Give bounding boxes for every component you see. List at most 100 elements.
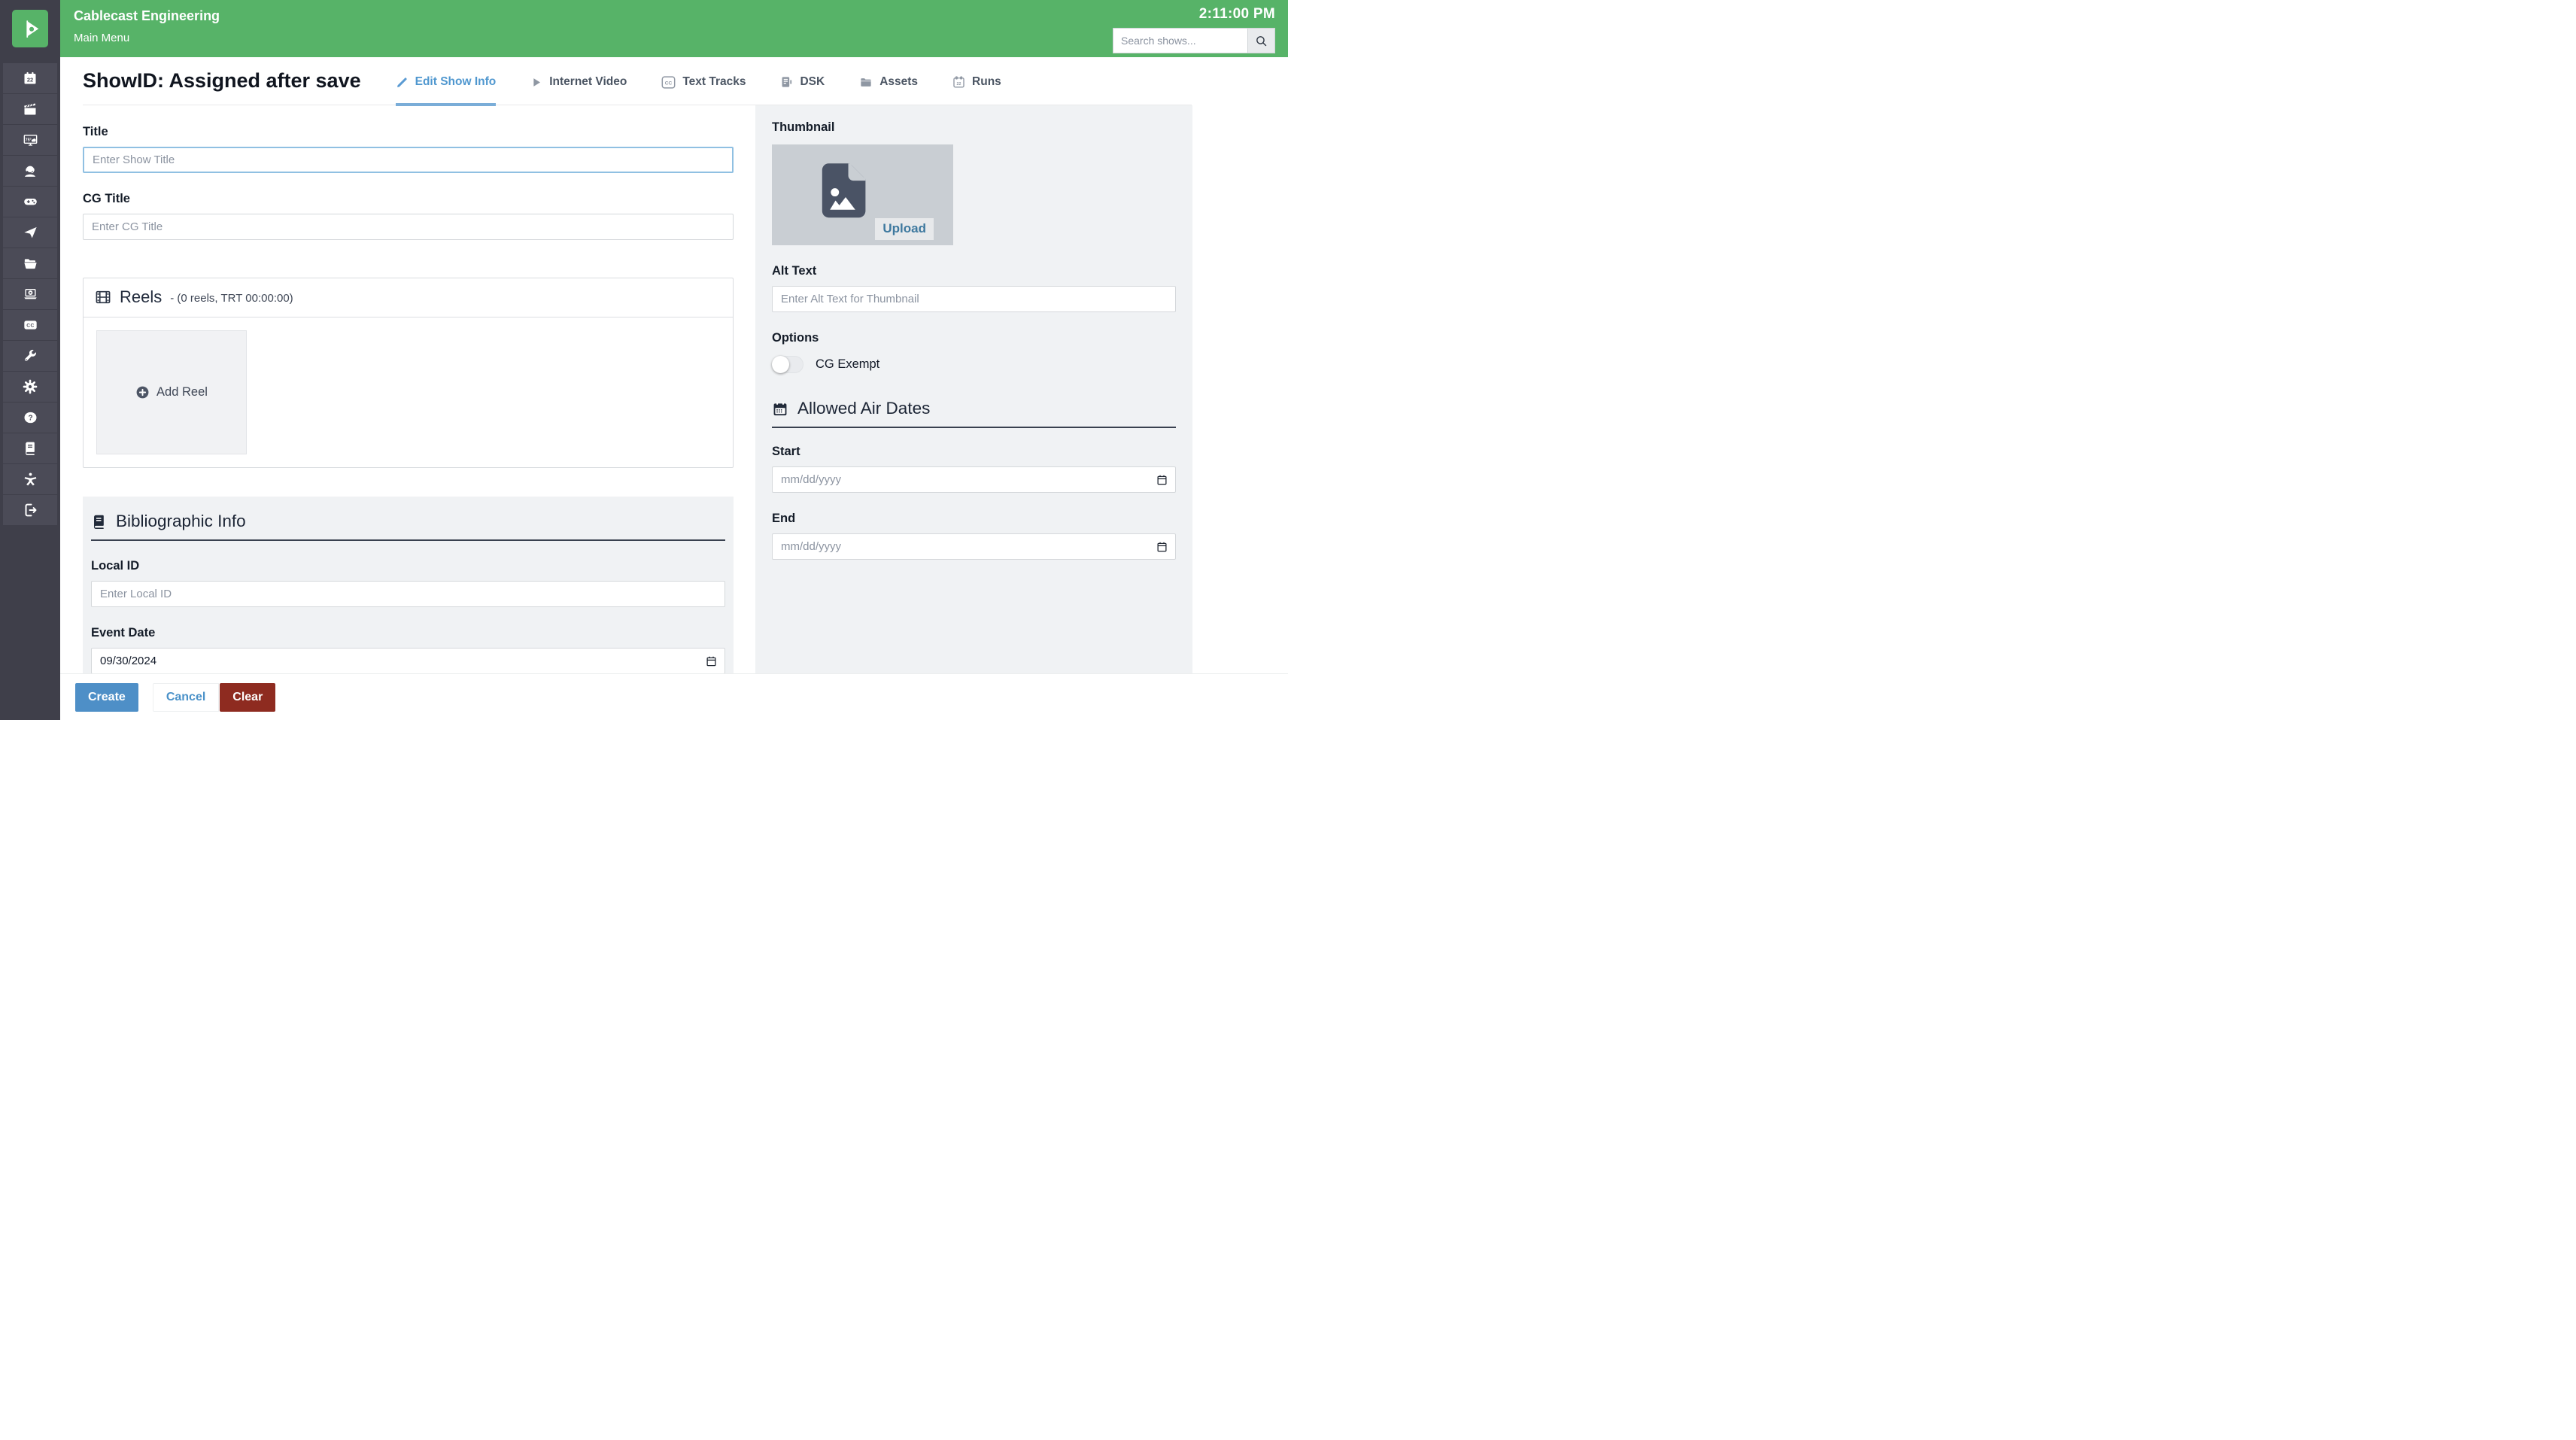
svg-text:22: 22 [957, 82, 961, 87]
tab-label: Text Tracks [682, 75, 746, 89]
clapperboard-icon [23, 102, 38, 117]
show-search [1113, 28, 1275, 53]
book-icon [91, 513, 107, 530]
sidebar-item-send[interactable] [3, 217, 57, 248]
tab-label: Runs [972, 75, 1001, 89]
reels-panel: Reels - (0 reels, TRT 00:00:00) Add Reel [83, 278, 734, 468]
options-label: Options [772, 331, 1176, 345]
upload-button[interactable]: Upload [875, 218, 934, 240]
pencil-icon [396, 76, 409, 89]
laptop-play-icon [23, 287, 38, 302]
search-button[interactable] [1247, 29, 1274, 53]
thumbnail-label: Thumbnail [772, 120, 1176, 135]
cc-icon: CC [661, 76, 676, 89]
tab-internet-video[interactable]: Internet Video [530, 75, 627, 106]
cg-exempt-label: CG Exempt [816, 357, 879, 372]
logout-icon [23, 503, 38, 518]
tab-dsk[interactable]: DSK [780, 75, 825, 106]
clock: 2:11:00 PM [1199, 6, 1275, 23]
title-label: Title [83, 125, 734, 139]
end-date-label: End [772, 512, 1176, 526]
show-form: Title CG Title Reels - (0 reels, TRT 00:… [83, 105, 734, 720]
end-date-input[interactable] [772, 533, 1176, 560]
sidebar-item-logout[interactable] [3, 495, 57, 525]
main-menu-link[interactable]: Main Menu [74, 32, 129, 44]
game-controller-icon [23, 194, 38, 209]
cg-title-input[interactable] [83, 214, 734, 240]
add-reel-label: Add Reel [156, 385, 208, 399]
sidebar-item-help[interactable]: ? [3, 403, 57, 433]
sidebar-item-activity[interactable] [3, 464, 57, 494]
sidebar-item-settings[interactable] [3, 372, 57, 402]
wrench-icon [23, 348, 38, 363]
search-input[interactable] [1113, 29, 1247, 53]
sidebar-item-files[interactable] [3, 248, 57, 278]
thumbnail-placeholder: Upload [772, 144, 953, 245]
tab-text-tracks[interactable]: CC Text Tracks [661, 75, 746, 106]
cancel-button[interactable]: Cancel [153, 683, 219, 712]
air-dates-header: Allowed Air Dates [772, 399, 1176, 428]
svg-text:22: 22 [27, 77, 33, 84]
local-id-label: Local ID [91, 559, 725, 573]
sidebar-item-control[interactable] [3, 187, 57, 217]
clear-button[interactable]: Clear [220, 683, 275, 712]
calendar-icon: 22 [952, 75, 965, 89]
action-bar: Create Cancel Clear [60, 673, 1288, 720]
app-window: 22 75° CC [0, 0, 1288, 720]
app-title: Cablecast Engineering [74, 8, 220, 24]
local-id-input[interactable] [91, 581, 725, 607]
search-icon [1255, 35, 1268, 47]
bibliographic-header: Bibliographic Info [91, 512, 725, 541]
weather-tv-icon: 75° [23, 132, 38, 147]
cg-exempt-row: CG Exempt [772, 356, 1176, 373]
tab-assets[interactable]: Assets [859, 75, 918, 106]
add-reel-button[interactable]: Add Reel [96, 330, 247, 454]
sidebar-item-shows[interactable] [3, 94, 57, 124]
folder-icon [859, 76, 873, 89]
cg-exempt-toggle[interactable] [772, 356, 803, 373]
sidebar-item-captions[interactable]: CC [3, 310, 57, 340]
header: Cablecast Engineering Main Menu 2:11:00 … [60, 0, 1288, 57]
sidebar: 22 75° CC [0, 0, 60, 720]
sidebar-item-video-server[interactable] [3, 279, 57, 309]
tab-label: Edit Show Info [415, 75, 497, 89]
tab-runs[interactable]: 22 Runs [952, 75, 1001, 106]
bibliographic-heading: Bibliographic Info [116, 512, 246, 531]
toggle-knob [772, 356, 789, 373]
page-title: ShowID: Assigned after save [83, 69, 361, 105]
tabs-row: ShowID: Assigned after save Edit Show In… [83, 57, 1192, 105]
play-icon [530, 76, 542, 89]
alt-text-input[interactable] [772, 286, 1176, 312]
calendar-icon: 22 [23, 71, 38, 86]
dsk-document-icon [780, 75, 793, 89]
tab-edit-show-info[interactable]: Edit Show Info [396, 75, 497, 106]
sidebar-item-docs[interactable] [3, 433, 57, 463]
sidebar-item-bulletin-weather[interactable]: 75° [3, 125, 57, 155]
event-date-input[interactable] [91, 648, 725, 674]
show-title-input[interactable] [83, 147, 734, 173]
sidebar-item-tools[interactable] [3, 341, 57, 371]
reels-heading: Reels [120, 287, 162, 307]
sidebar-item-support[interactable] [3, 156, 57, 186]
paper-plane-icon [23, 225, 38, 240]
svg-text:75°: 75° [25, 138, 31, 143]
reels-header: Reels - (0 reels, TRT 00:00:00) [84, 278, 733, 317]
show-details-panel: Thumbnail Upload Alt Text Options CG Exe… [755, 105, 1192, 720]
content-columns: Title CG Title Reels - (0 reels, TRT 00:… [60, 105, 1288, 720]
alt-text-label: Alt Text [772, 264, 1176, 278]
film-icon [95, 289, 111, 305]
sidebar-nav: 22 75° CC [0, 63, 60, 525]
svg-text:CC: CC [665, 81, 673, 86]
sidebar-item-calendar[interactable]: 22 [3, 63, 57, 93]
create-button[interactable]: Create [75, 683, 138, 712]
cablecast-logo-icon[interactable] [12, 10, 48, 47]
start-date-label: Start [772, 445, 1176, 459]
air-dates-heading: Allowed Air Dates [797, 399, 930, 418]
svg-text:CC: CC [26, 324, 34, 329]
main-content: ShowID: Assigned after save Edit Show In… [60, 57, 1288, 720]
image-file-icon [819, 161, 867, 221]
book-icon [23, 441, 38, 456]
start-date-input[interactable] [772, 466, 1176, 493]
gear-icon [23, 379, 38, 394]
cc-icon: CC [23, 317, 38, 333]
